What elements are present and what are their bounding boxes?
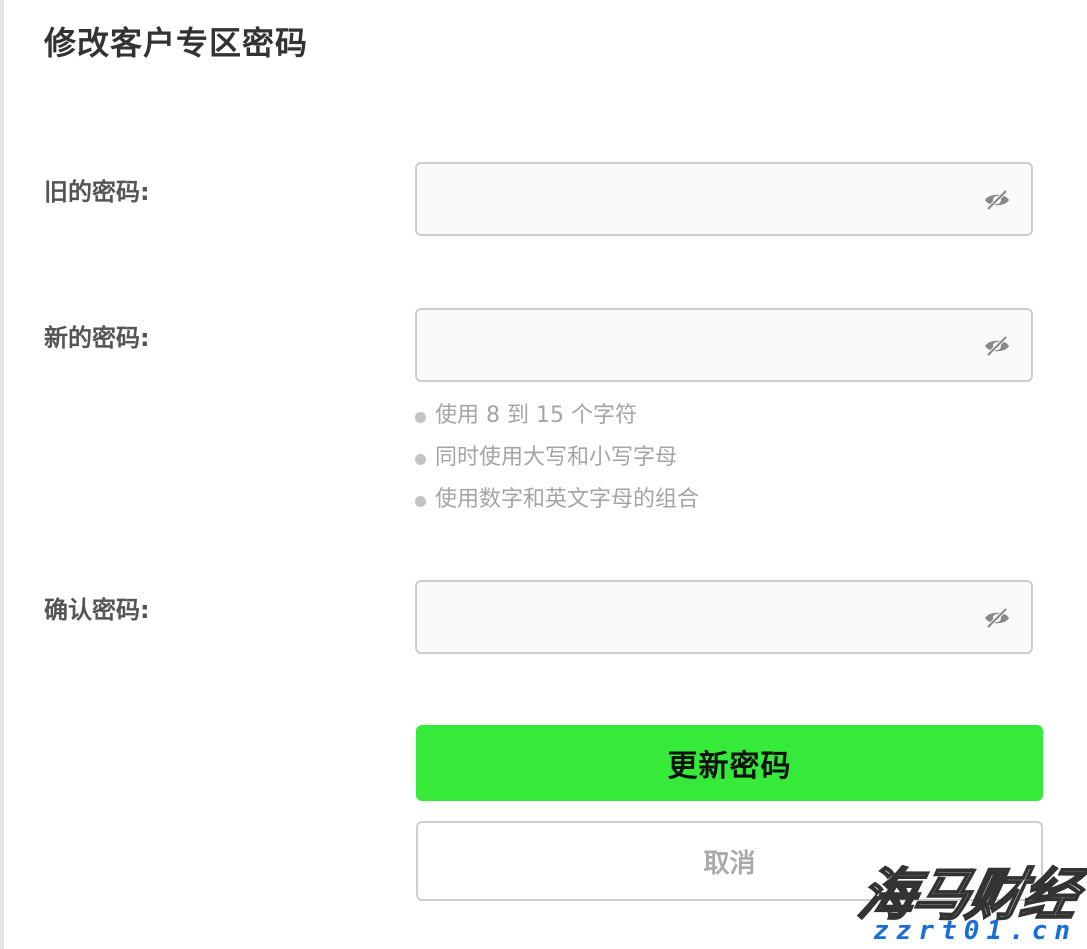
bullet-icon <box>415 412 426 423</box>
old-password-input[interactable] <box>417 164 957 234</box>
password-rule-text: 使用数字和英文字母的组合 <box>435 487 700 512</box>
password-rules-list: 使用 8 到 15 个字符 同时使用大写和小写字母 使用数字和英文字母的组合 <box>415 398 699 524</box>
bullet-icon <box>415 496 426 507</box>
new-password-label: 新的密码: <box>44 324 150 352</box>
bullet-icon <box>415 454 426 465</box>
old-password-field-container <box>415 162 1033 236</box>
password-rule-item: 使用 8 到 15 个字符 <box>415 398 699 440</box>
password-rule-item: 使用数字和英文字母的组合 <box>415 482 699 524</box>
update-password-button[interactable]: 更新密码 <box>416 725 1043 801</box>
confirm-password-field-container <box>415 580 1033 654</box>
new-password-input[interactable] <box>417 310 957 380</box>
cancel-button[interactable]: 取消 <box>416 821 1043 901</box>
password-rule-text: 同时使用大写和小写字母 <box>435 445 678 470</box>
new-password-field-container <box>415 308 1033 382</box>
change-password-page: 修改客户专区密码 旧的密码: 新的密码: 使用 8 到 15 个字符 同时使用大… <box>0 0 1087 949</box>
eye-slash-icon[interactable] <box>983 188 1011 212</box>
confirm-password-label: 确认密码: <box>44 596 150 624</box>
eye-slash-icon[interactable] <box>983 606 1011 630</box>
page-title: 修改客户专区密码 <box>44 24 309 62</box>
confirm-password-input[interactable] <box>417 582 957 652</box>
watermark-url: zzrt01.cn <box>873 916 1077 946</box>
password-rule-text: 使用 8 到 15 个字符 <box>435 403 637 428</box>
password-rule-item: 同时使用大写和小写字母 <box>415 440 699 482</box>
eye-slash-icon[interactable] <box>983 334 1011 358</box>
old-password-label: 旧的密码: <box>44 178 150 206</box>
